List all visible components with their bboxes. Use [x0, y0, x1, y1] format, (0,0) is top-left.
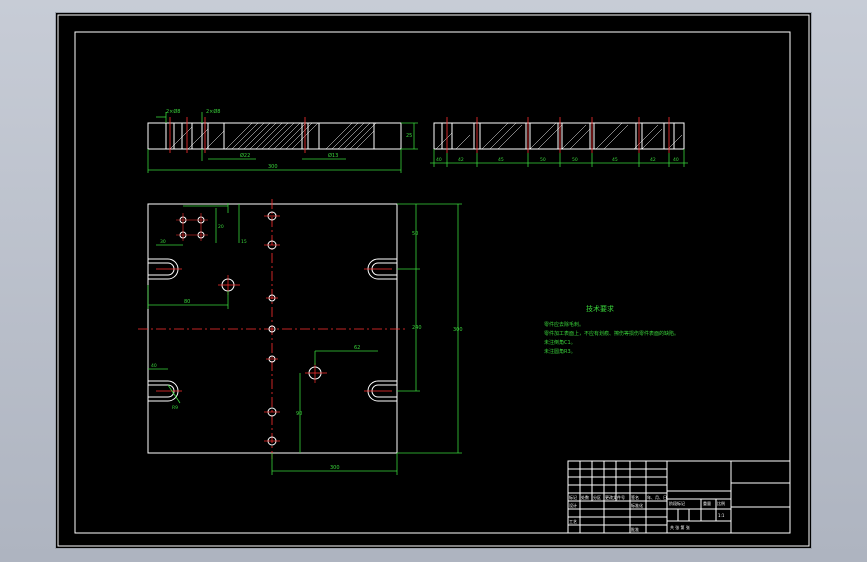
tb-label-date: 年、月、日: [647, 494, 667, 500]
drawing-frame: [74, 31, 791, 534]
front-view: 300 Ø22 Ø13 25 2×Ø8 2×Ø8: [147, 108, 418, 173]
tb-approve: 批准: [631, 526, 639, 532]
side-outline: [433, 122, 685, 150]
plan-c-dim: 15: [241, 239, 247, 245]
side-dim-5: 50: [572, 157, 578, 163]
tb-label-zone: 分区: [593, 494, 601, 500]
tb-scale-value: 1:1: [718, 513, 725, 518]
plan-b-dim: 80: [184, 299, 190, 305]
plan-r-dim: R9: [172, 405, 178, 411]
front-hatching: [169, 122, 377, 150]
side-dim-6: 45: [612, 157, 618, 163]
side-view: 40 42 45 50 50 45 42 40: [430, 117, 688, 167]
tech-line-4: 未注圆角R3。: [544, 348, 576, 355]
side-dim-2: 42: [458, 157, 464, 163]
side-dim-4: 50: [540, 157, 546, 163]
plan-e-dim: 62: [354, 345, 360, 351]
tech-line-3: 未注倒角C1。: [544, 339, 576, 346]
plan-f-dim: 90: [296, 411, 302, 417]
tb-standard: 标准化: [631, 502, 643, 508]
side-dim-1: 40: [436, 157, 442, 163]
tb-process: 工艺: [569, 519, 577, 524]
top-tag-1: 2×Ø8: [166, 108, 181, 115]
tech-line-2: 零件加工表面上，不应有划痕、擦伤等损伤零件表面的缺陷。: [544, 330, 679, 337]
plan-d-dim: 20: [218, 224, 224, 230]
plan-height-dim: 300: [453, 327, 463, 333]
sheet-border: [57, 14, 810, 547]
side-dim-8: 40: [673, 157, 679, 163]
tb-label-count: 处数: [581, 494, 589, 500]
plan-g-dim: 40: [151, 363, 157, 369]
tb-design: 设计: [569, 502, 577, 508]
side-dim-7: 42: [650, 157, 656, 163]
plan-a-dim: 30: [160, 239, 166, 245]
tb-label-sign: 签名: [631, 494, 639, 500]
cad-drawing: 300 Ø22 Ø13 25 2×Ø8 2×Ø8 40 42 45 50 50 …: [57, 14, 810, 547]
tb-label-doc: 更改文件号: [605, 494, 625, 500]
tb-label-mark: 标记: [569, 494, 577, 500]
tech-line-1: 零件应去除毛刺。: [544, 321, 584, 328]
side-dim-3: 45: [498, 157, 504, 163]
front-dia2-dim: Ø13: [328, 152, 338, 159]
drawing-viewport[interactable]: 300 Ø22 Ø13 25 2×Ø8 2×Ø8 40 42 45 50 50 …: [55, 12, 812, 549]
tb-stage: 阶段标记: [669, 500, 685, 506]
plan-height2-dim: 240: [412, 325, 422, 331]
top-tag-2: 2×Ø8: [206, 108, 221, 115]
tb-weight: 重量: [703, 500, 711, 506]
side-hatching: [435, 122, 683, 150]
tb-scale: 比例: [717, 500, 725, 506]
plan-v1-dim: 50: [412, 231, 418, 237]
title-block: 标记 处数 分区 更改文件号 签名 年、月、日 设计 标准化 工艺 批准 阶段标…: [567, 460, 791, 534]
front-dia1-dim: Ø22: [240, 152, 250, 159]
front-width-dim: 300: [268, 164, 278, 170]
plan-view: 300 240 50 300 30 20 15 80 62 90 40 R9: [138, 199, 463, 475]
tb-sheet: 共 张 第 张: [670, 524, 690, 530]
technical-requirements: 技术要求 零件应去除毛刺。 零件加工表面上，不应有划痕、擦伤等损伤零件表面的缺陷…: [544, 304, 679, 355]
front-height-dim: 25: [406, 133, 412, 139]
tech-title: 技术要求: [586, 304, 614, 313]
plan-width-dim: 300: [330, 465, 340, 471]
small-hole-group: [176, 213, 208, 241]
